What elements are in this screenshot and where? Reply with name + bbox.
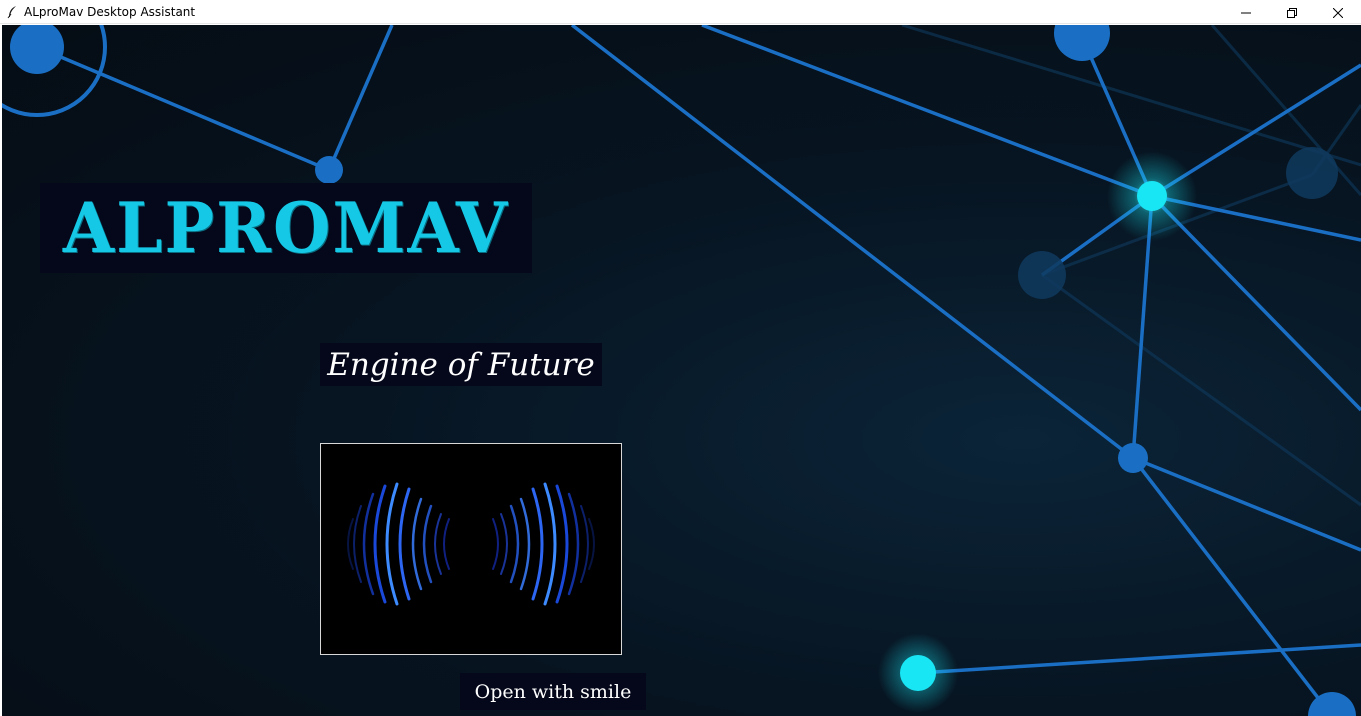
main-canvas: ALPROMAV Engine of Future Open with smil… <box>2 25 1361 716</box>
minimize-icon <box>1241 3 1251 22</box>
voice-visualizer <box>320 443 622 655</box>
open-with-smile-button[interactable]: Open with smile <box>460 673 646 710</box>
close-button[interactable] <box>1315 0 1361 24</box>
restore-icon <box>1287 3 1297 22</box>
window-title: ALproMav Desktop Assistant <box>24 4 196 19</box>
minimize-button[interactable] <box>1223 0 1269 24</box>
title-bar: ALproMav Desktop Assistant <box>0 0 1361 24</box>
restore-button[interactable] <box>1269 0 1315 24</box>
tagline: Engine of Future <box>327 346 595 383</box>
network-background <box>2 25 1361 716</box>
tagline-panel: Engine of Future <box>320 343 602 386</box>
window-controls <box>1223 0 1361 24</box>
open-with-smile-label: Open with smile <box>474 680 632 703</box>
app-logo: ALPROMAV <box>62 187 510 269</box>
close-icon <box>1332 3 1344 22</box>
feather-icon <box>4 4 20 20</box>
logo-panel: ALPROMAV <box>40 183 532 273</box>
sound-wave-icon <box>321 444 621 654</box>
